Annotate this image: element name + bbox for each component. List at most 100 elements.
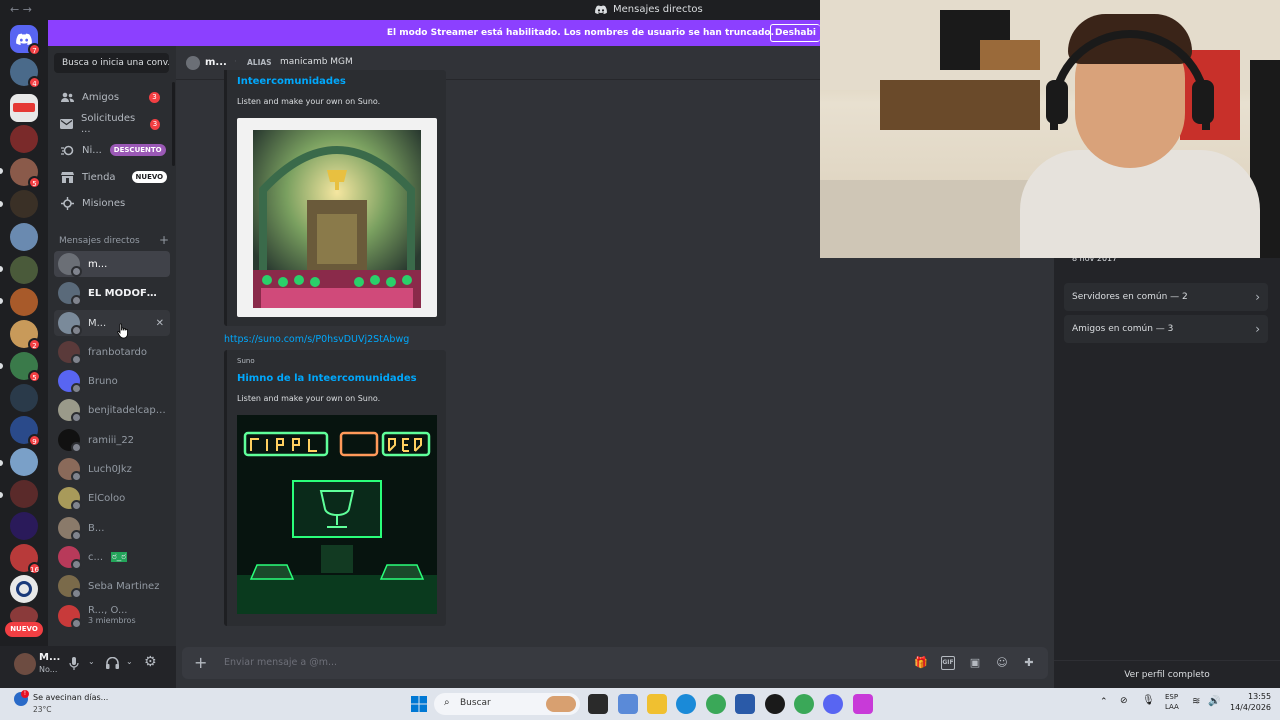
chevron-down-icon[interactable]: ⌄ bbox=[126, 657, 133, 666]
dm-name: M... bbox=[88, 317, 107, 329]
avatar bbox=[186, 56, 200, 70]
dm-item[interactable]: Seba Martinez bbox=[54, 573, 170, 599]
mutual-servers-row[interactable]: Servidores en común — 2 › bbox=[1064, 283, 1268, 311]
server-icon[interactable] bbox=[10, 480, 38, 508]
taskbar-search[interactable]: ⌕ Buscar bbox=[434, 693, 580, 715]
server-icon[interactable] bbox=[10, 223, 38, 251]
server-icon[interactable] bbox=[10, 94, 38, 122]
clock-time[interactable]: 13:55 bbox=[1248, 692, 1271, 701]
dm-name: R..., O... bbox=[88, 606, 128, 616]
server-icon[interactable] bbox=[10, 512, 38, 540]
obs-icon[interactable] bbox=[765, 694, 785, 714]
app-icon[interactable] bbox=[853, 694, 873, 714]
server-icon[interactable] bbox=[10, 384, 38, 412]
user-avatar[interactable] bbox=[14, 653, 36, 675]
embed-image[interactable] bbox=[237, 118, 437, 317]
dm-item[interactable]: c... ಠ_ಠ bbox=[54, 544, 170, 570]
create-dm-plus-icon[interactable]: + bbox=[159, 234, 169, 246]
dm-item[interactable]: B... bbox=[54, 515, 170, 541]
gif-icon[interactable]: GIF bbox=[941, 656, 955, 670]
home-dm-button[interactable]: 7 bbox=[10, 25, 41, 56]
dm-item[interactable]: franbotardo bbox=[54, 339, 170, 365]
server-icon[interactable] bbox=[10, 256, 38, 284]
view-full-profile-button[interactable]: Ver perfil completo bbox=[1054, 660, 1280, 688]
sidebar-scrollbar[interactable] bbox=[172, 82, 175, 166]
mention-badge: 16 bbox=[28, 562, 41, 575]
gift-icon[interactable]: 🎁 bbox=[914, 656, 928, 670]
avatar bbox=[58, 370, 82, 394]
dm-item[interactable]: EL MODOFOC... bbox=[54, 280, 170, 306]
nav-requests[interactable]: Solicitudes ... 3 bbox=[54, 112, 170, 136]
nav-quests[interactable]: Misiones bbox=[54, 191, 170, 215]
dm-item[interactable]: M... ✕ bbox=[54, 310, 170, 336]
dm-name: benjitadelcap ... bbox=[88, 404, 168, 416]
apps-icon[interactable]: ✚ bbox=[1022, 656, 1036, 670]
task-view-icon[interactable] bbox=[588, 694, 608, 714]
mention-badge: 7 bbox=[28, 43, 41, 56]
microphone-icon[interactable] bbox=[69, 657, 79, 670]
edge-icon[interactable] bbox=[676, 694, 696, 714]
chrome-icon[interactable] bbox=[706, 694, 726, 714]
embed-title[interactable]: Himno de la Inteercomunidades bbox=[237, 373, 417, 384]
chevron-down-icon[interactable]: ⌄ bbox=[88, 657, 95, 666]
hidden-eye-icon[interactable]: ⊘ bbox=[1120, 696, 1128, 706]
app-icon[interactable] bbox=[618, 694, 638, 714]
neon-trophy-image bbox=[237, 415, 437, 614]
chat-header-name[interactable]: m... bbox=[205, 57, 227, 68]
search-input[interactable]: Busca o inicia una conv... bbox=[54, 53, 169, 73]
server-icon[interactable]: 5 bbox=[10, 158, 41, 189]
dm-item[interactable]: Luch0Jkz bbox=[54, 456, 170, 482]
store-icon[interactable] bbox=[735, 694, 755, 714]
server-icon[interactable]: 9 bbox=[10, 416, 41, 447]
add-attachment-icon[interactable]: + bbox=[194, 653, 207, 672]
nav-nitro-label: Ni... bbox=[82, 144, 102, 156]
back-forward-icon[interactable]: ← → bbox=[10, 3, 32, 16]
nav-friends[interactable]: Amigos 3 bbox=[54, 85, 170, 109]
nav-nitro[interactable]: Ni... DESCUENTO bbox=[54, 138, 170, 162]
chevron-up-icon[interactable]: ⌃ bbox=[1100, 697, 1108, 707]
suno-link[interactable]: https://suno.com/s/P0hsvDUVj2StAbwg bbox=[224, 334, 409, 345]
file-explorer-icon[interactable] bbox=[647, 694, 667, 714]
server-icon[interactable] bbox=[10, 190, 38, 218]
disable-streamer-button[interactable]: Deshabi bbox=[770, 24, 820, 42]
close-dm-icon[interactable]: ✕ bbox=[156, 318, 164, 329]
custom-status-emoji: ಠ_ಠ bbox=[111, 552, 128, 562]
dm-item[interactable]: benjitadelcap ... bbox=[54, 397, 170, 423]
server-icon[interactable] bbox=[10, 575, 38, 603]
mention-badge: 5 bbox=[28, 176, 41, 189]
windows-start-icon[interactable] bbox=[411, 696, 427, 712]
dm-section-header: Mensajes directos + bbox=[59, 234, 169, 246]
embed-image[interactable] bbox=[237, 415, 437, 614]
server-icon[interactable]: 2 bbox=[10, 320, 41, 351]
server-icon[interactable]: 5 bbox=[10, 352, 41, 383]
server-icon[interactable] bbox=[10, 448, 38, 476]
wifi-icon[interactable]: ≋ bbox=[1192, 696, 1200, 707]
clock-date[interactable]: 14/4/2026 bbox=[1230, 703, 1271, 712]
microphone-tray-icon[interactable]: 🎙 bbox=[1142, 695, 1155, 706]
dm-item[interactable]: ramiii_22 bbox=[54, 427, 170, 453]
gear-icon[interactable]: ⚙ bbox=[144, 654, 157, 670]
volume-icon[interactable]: 🔊 bbox=[1208, 696, 1220, 707]
chrome-profile-icon[interactable] bbox=[794, 694, 814, 714]
headphones-icon[interactable] bbox=[106, 657, 119, 669]
user-name: M... bbox=[39, 652, 61, 663]
nav-shop[interactable]: Tienda NUEVO bbox=[54, 165, 170, 189]
server-icon[interactable] bbox=[10, 125, 38, 153]
new-badge[interactable]: NUEVO bbox=[5, 622, 43, 637]
dm-item[interactable]: m... bbox=[54, 251, 170, 277]
message-input[interactable]: Enviar mensaje a @m... bbox=[224, 657, 337, 668]
emoji-icon[interactable]: ☺ bbox=[995, 656, 1009, 670]
server-icon[interactable]: 16 bbox=[10, 544, 41, 575]
discord-taskbar-icon[interactable] bbox=[823, 694, 843, 714]
sticker-icon[interactable]: ▣ bbox=[968, 656, 982, 670]
group-dm-item[interactable]: R..., O... 3 miembros bbox=[54, 602, 170, 630]
language-code[interactable]: ESP bbox=[1165, 693, 1178, 701]
dm-item[interactable]: Bruno bbox=[54, 368, 170, 394]
weather-text[interactable]: Se avecinan días... bbox=[33, 693, 108, 702]
mutual-friends-row[interactable]: Amigos en común — 3 › bbox=[1064, 315, 1268, 343]
dm-item[interactable]: ElColoo bbox=[54, 485, 170, 511]
embed-title[interactable]: Inteercomunidades bbox=[237, 76, 346, 87]
server-icon[interactable]: 4 bbox=[10, 58, 41, 89]
avatar bbox=[58, 282, 82, 306]
server-icon[interactable] bbox=[10, 288, 38, 316]
